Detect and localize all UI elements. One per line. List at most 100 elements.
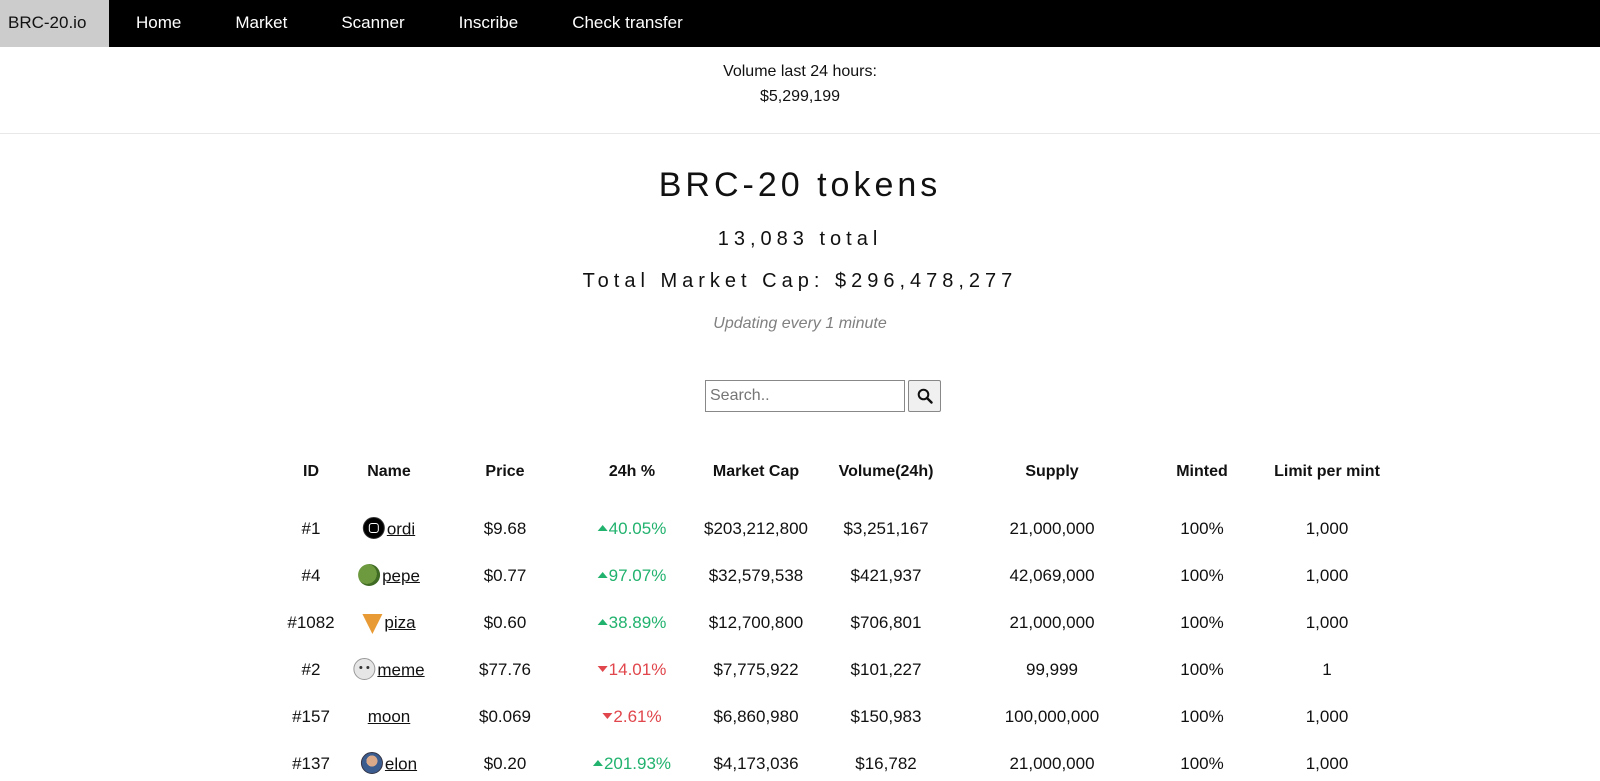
token-name-cell: moon — [368, 707, 411, 727]
col-limit-header: Limit per mint — [1274, 463, 1380, 480]
token-name-link[interactable]: elon — [385, 754, 417, 773]
arrow-up-icon — [597, 571, 608, 578]
page-title: BRC-20 tokens — [658, 166, 942, 204]
token-minted: 100% — [1180, 707, 1224, 726]
elon-icon — [360, 752, 385, 774]
token-supply: 99,999 — [1026, 660, 1078, 679]
brand-link[interactable]: BRC-20.io — [0, 0, 109, 47]
token-id: #1 — [301, 519, 321, 538]
token-price: $0.77 — [483, 566, 527, 585]
token-id: #157 — [292, 707, 330, 726]
token-limit: 1,000 — [1305, 566, 1349, 585]
token-supply: 21,000,000 — [1009, 519, 1095, 538]
token-market-cap: $12,700,800 — [708, 613, 804, 632]
col-name-header: Name — [367, 463, 411, 480]
token-change: 38.89% — [597, 613, 667, 633]
token-volume: $101,227 — [850, 660, 922, 679]
token-name-cell: elon — [360, 752, 417, 776]
token-change-value: 14.01% — [608, 660, 667, 679]
token-minted: 100% — [1180, 660, 1224, 679]
token-change-value: 38.89% — [608, 613, 667, 632]
token-minted: 100% — [1180, 566, 1224, 585]
token-volume: $16,782 — [855, 754, 917, 773]
volume-value: $5,299,199 — [759, 88, 841, 105]
token-market-cap: $203,212,800 — [704, 519, 808, 538]
token-limit: 1,000 — [1305, 613, 1349, 632]
token-name-link[interactable]: moon — [368, 707, 411, 726]
arrow-up-icon — [597, 524, 608, 531]
arrow-down-icon — [602, 712, 613, 719]
token-name-link[interactable]: meme — [377, 660, 424, 679]
arrow-down-icon — [597, 665, 608, 672]
token-id: #1082 — [287, 613, 335, 632]
top-navigation: BRC-20.io Home Market Scanner Inscribe C… — [0, 0, 1600, 47]
token-name-cell: meme — [353, 658, 425, 682]
search-icon — [917, 388, 933, 404]
token-volume: $421,937 — [850, 566, 922, 585]
token-change: 201.93% — [592, 754, 672, 774]
token-minted: 100% — [1180, 613, 1224, 632]
token-price: $0.069 — [479, 707, 531, 726]
token-id: #4 — [301, 566, 321, 585]
arrow-up-icon — [597, 618, 608, 625]
token-price: $0.60 — [483, 613, 527, 632]
token-limit: 1,000 — [1305, 754, 1349, 773]
nav-home[interactable]: Home — [109, 0, 208, 47]
col-market-cap-header: Market Cap — [712, 463, 800, 480]
token-supply: 42,069,000 — [1009, 566, 1095, 585]
token-price: $77.76 — [479, 660, 531, 679]
token-name-link[interactable]: ordi — [387, 519, 415, 538]
token-price: $0.20 — [483, 754, 527, 773]
search-input[interactable] — [705, 380, 905, 412]
pepe-icon — [358, 564, 382, 586]
token-limit: 1,000 — [1305, 519, 1349, 538]
volume-bar: Volume last 24 hours: $5,299,199 — [0, 47, 1600, 134]
token-name-link[interactable]: pepe — [382, 566, 420, 585]
col-volume-header: Volume(24h) — [838, 463, 934, 480]
token-market-cap: $4,173,036 — [713, 754, 799, 773]
nav-inscribe[interactable]: Inscribe — [432, 0, 546, 47]
volume-label: Volume last 24 hours: — [723, 63, 877, 80]
token-name-cell: piza — [362, 613, 416, 634]
meme-icon — [353, 658, 377, 680]
token-change: 2.61% — [602, 707, 662, 727]
col-supply-header: Supply — [1025, 463, 1079, 480]
token-change: 14.01% — [597, 660, 667, 680]
token-market-cap: $6,860,980 — [713, 707, 799, 726]
nav-check-transfer[interactable]: Check transfer — [545, 0, 710, 47]
token-supply: 21,000,000 — [1009, 754, 1095, 773]
nav-scanner[interactable]: Scanner — [314, 0, 431, 47]
token-volume: $706,801 — [850, 613, 922, 632]
token-minted: 100% — [1180, 754, 1224, 773]
nav-market[interactable]: Market — [208, 0, 314, 47]
total-market-cap: Total Market Cap: $296,478,277 — [582, 270, 1018, 292]
token-market-cap: $32,579,538 — [708, 566, 804, 585]
token-total: 13,083 total — [717, 228, 883, 250]
token-name-cell: pepe — [358, 564, 420, 588]
col-price-header: Price — [485, 463, 525, 480]
pizza-icon — [362, 613, 384, 634]
token-minted: 100% — [1180, 519, 1224, 538]
token-limit: 1 — [1322, 660, 1332, 679]
col-change-header: 24h % — [608, 463, 656, 480]
token-change-value: 201.93% — [603, 754, 672, 773]
token-volume: $3,251,167 — [843, 519, 929, 538]
token-supply: 21,000,000 — [1009, 613, 1095, 632]
token-change-value: 97.07% — [608, 566, 667, 585]
token-market-cap: $7,775,922 — [713, 660, 799, 679]
arrow-up-icon — [592, 759, 603, 766]
token-change: 97.07% — [597, 566, 667, 586]
token-price: $9.68 — [483, 519, 527, 538]
token-id: #2 — [301, 660, 321, 679]
token-name-link[interactable]: piza — [384, 613, 415, 632]
token-change-value: 40.05% — [608, 519, 667, 538]
token-name-cell: ordi — [362, 517, 415, 541]
ordi-icon — [362, 517, 387, 539]
token-change: 40.05% — [597, 519, 667, 539]
search-button[interactable] — [908, 380, 941, 412]
col-minted-header: Minted — [1176, 463, 1228, 480]
token-id: #137 — [292, 754, 330, 773]
col-id-header: ID — [303, 463, 319, 480]
token-volume: $150,983 — [850, 707, 922, 726]
token-change-value: 2.61% — [613, 707, 662, 726]
